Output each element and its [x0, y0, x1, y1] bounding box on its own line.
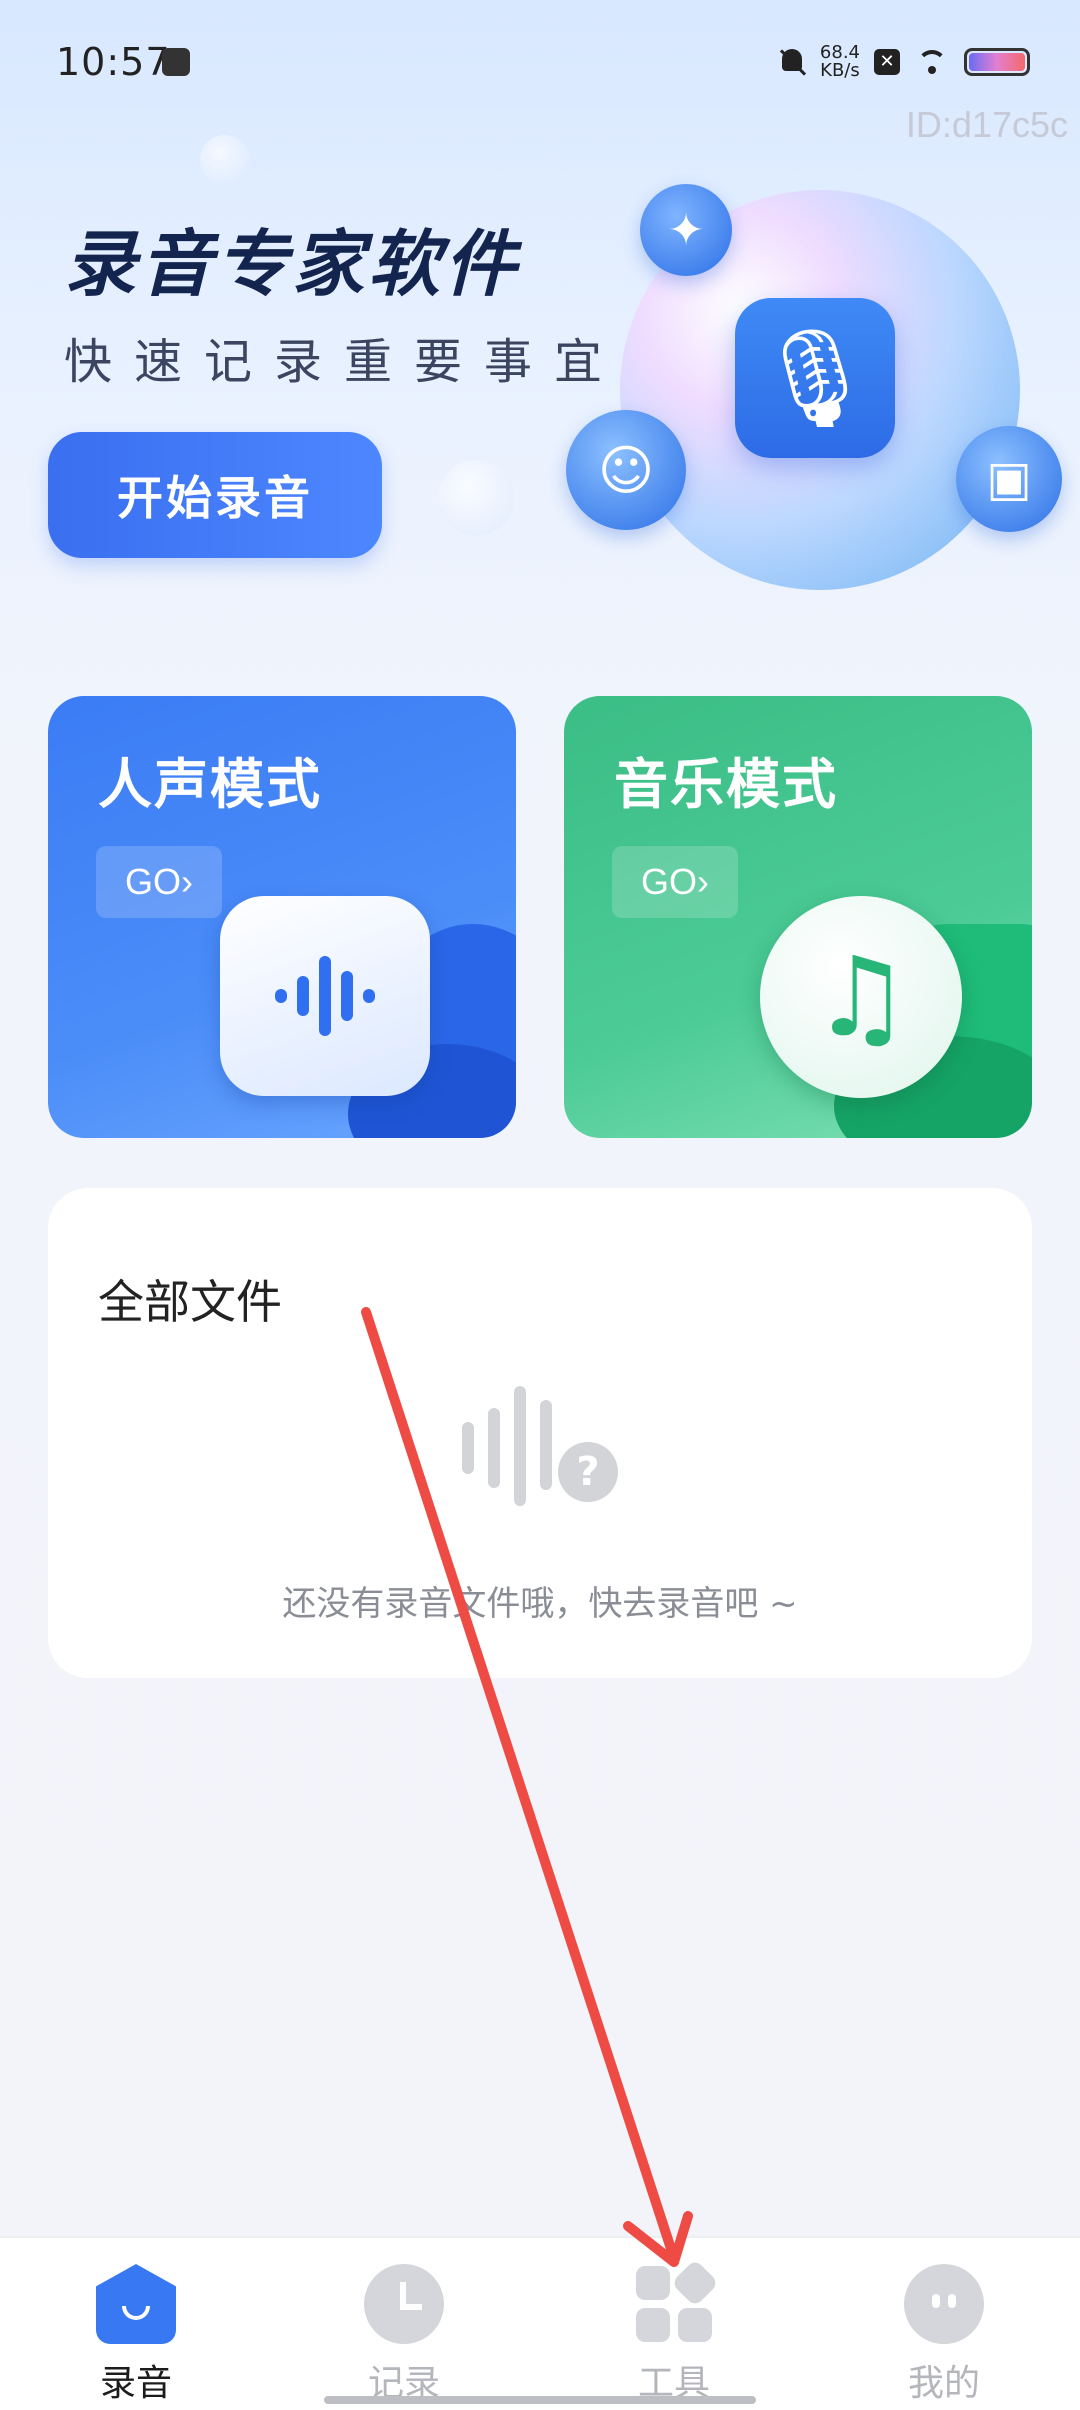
sound-wave-icon [220, 896, 430, 1096]
status-bar: 10:57 68.4 KB/s ✕ [0, 0, 1080, 120]
speaking-head-icon: ☺ [566, 410, 686, 530]
nav-tab-me[interactable]: 我的 [844, 2252, 1044, 2404]
robot-icon: ▣ [956, 426, 1062, 532]
bottom-navigation: 录音 记录 工具 我的 [0, 2236, 1080, 2410]
hero-illustration: 🎙 ✦ ☺ ▣ [560, 180, 1062, 600]
network-speed-unit: KB/s [820, 60, 860, 81]
voice-mode-go-button[interactable]: GO› [96, 846, 222, 918]
app-title: 录音专家软件 [64, 222, 521, 306]
voice-mode-card[interactable]: 人声模式 GO› [48, 696, 516, 1138]
music-mode-title: 音乐模式 [614, 753, 838, 816]
status-time: 10:57 [56, 40, 171, 84]
music-mode-go-button[interactable]: GO› [612, 846, 738, 918]
muted-bell-icon [778, 47, 806, 77]
decorative-bubble [200, 135, 250, 185]
nav-label-me: 我的 [907, 2363, 980, 2404]
wifi-icon [914, 48, 950, 76]
clock-icon [364, 2264, 444, 2344]
home-indicator[interactable] [324, 2396, 756, 2404]
nav-tab-recording[interactable]: 录音 [36, 2252, 236, 2404]
microphone-icon: 🎙 [735, 298, 895, 458]
empty-files-message: 还没有录音文件哦，快去录音吧 ~ [282, 1584, 798, 1624]
start-recording-button[interactable]: 开始录音 [48, 432, 382, 558]
all-files-card: 全部文件 ? 还没有录音文件哦，快去录音吧 ~ [48, 1188, 1032, 1678]
message-notification-icon [162, 48, 190, 76]
battery-icon [964, 48, 1030, 76]
face-icon [904, 2264, 984, 2344]
status-icons: 68.4 KB/s ✕ [778, 42, 1030, 82]
all-files-title: 全部文件 [98, 1275, 282, 1329]
x-badge-icon: ✕ [874, 49, 900, 75]
grid-icon [634, 2258, 720, 2344]
music-mode-card[interactable]: 音乐模式 GO› ♫ [564, 696, 1032, 1138]
nav-tab-tools[interactable]: 工具 [574, 2252, 774, 2404]
network-speed: 68.4 KB/s [820, 44, 860, 80]
nav-tab-records[interactable]: 记录 [304, 2252, 504, 2404]
app-subtitle: 快速记录重要事宜 [64, 334, 625, 390]
home-icon [96, 2264, 176, 2344]
question-mark-icon: ? [558, 1442, 618, 1502]
nav-label-recording: 录音 [99, 2363, 172, 2404]
empty-audio-icon: ? [462, 1364, 662, 1514]
watermark-id: ID:d17c5c [905, 104, 1068, 145]
sparkle-icon: ✦ [640, 184, 732, 276]
music-note-icon: ♫ [760, 896, 962, 1098]
voice-mode-title: 人声模式 [98, 753, 322, 816]
decorative-bubble [438, 460, 514, 536]
